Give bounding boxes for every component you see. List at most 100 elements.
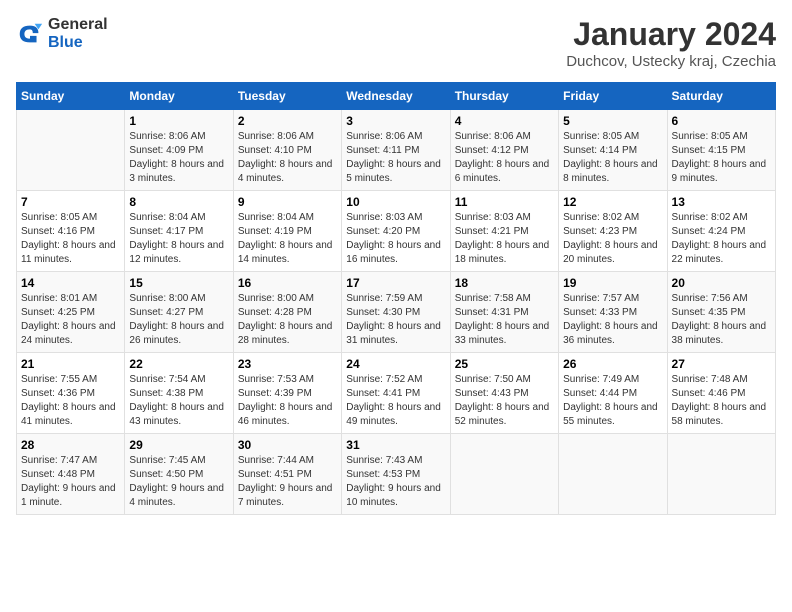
day-number: 28 [21, 438, 120, 452]
day-info: Sunrise: 8:05 AMSunset: 4:14 PMDaylight:… [563, 130, 662, 186]
calendar-cell: 3 Sunrise: 8:06 AMSunset: 4:11 PMDaylight… [342, 110, 450, 191]
day-info: Sunrise: 8:03 AMSunset: 4:21 PMDaylight:… [455, 211, 554, 267]
day-info: Sunrise: 8:06 AMSunset: 4:11 PMDaylight:… [346, 130, 445, 186]
day-number: 19 [563, 276, 662, 290]
day-info: Sunrise: 7:47 AMSunset: 4:48 PMDaylight:… [21, 454, 120, 510]
day-info: Sunrise: 8:00 AMSunset: 4:27 PMDaylight:… [129, 292, 228, 348]
calendar-cell: 13 Sunrise: 8:02 AMSunset: 4:24 PMDayligh… [667, 191, 775, 272]
logo-general: General [48, 16, 108, 34]
calendar-cell: 1Sunrise: 8:06 AMSunset: 4:09 PMDaylight… [125, 110, 233, 191]
logo-icon [16, 20, 44, 48]
day-number: 25 [455, 357, 554, 371]
day-info: Sunrise: 7:43 AMSunset: 4:53 PMDaylight:… [346, 454, 445, 510]
day-info: Sunrise: 7:45 AMSunset: 4:50 PMDaylight:… [129, 454, 228, 510]
day-number: 13 [672, 195, 771, 209]
calendar-cell: 26 Sunrise: 7:49 AMSunset: 4:44 PMDayligh… [559, 353, 667, 434]
calendar-cell: 14Sunrise: 8:01 AMSunset: 4:25 PMDayligh… [17, 272, 125, 353]
calendar-cell: 29 Sunrise: 7:45 AMSunset: 4:50 PMDayligh… [125, 434, 233, 515]
day-number: 27 [672, 357, 771, 371]
day-header-tuesday: Tuesday [233, 83, 341, 110]
day-info: Sunrise: 7:57 AMSunset: 4:33 PMDaylight:… [563, 292, 662, 348]
day-number: 23 [238, 357, 337, 371]
day-header-wednesday: Wednesday [342, 83, 450, 110]
day-number: 16 [238, 276, 337, 290]
calendar-cell [450, 434, 558, 515]
day-info: Sunrise: 8:04 AMSunset: 4:17 PMDaylight:… [129, 211, 228, 267]
day-info: Sunrise: 7:58 AMSunset: 4:31 PMDaylight:… [455, 292, 554, 348]
day-number: 3 [346, 114, 445, 128]
logo-blue: Blue [48, 34, 108, 52]
day-number: 21 [21, 357, 120, 371]
day-info: Sunrise: 7:55 AMSunset: 4:36 PMDaylight:… [21, 373, 120, 429]
calendar-cell: 4 Sunrise: 8:06 AMSunset: 4:12 PMDaylight… [450, 110, 558, 191]
day-number: 14 [21, 276, 120, 290]
day-number: 6 [672, 114, 771, 128]
day-info: Sunrise: 8:00 AMSunset: 4:28 PMDaylight:… [238, 292, 337, 348]
day-number: 11 [455, 195, 554, 209]
day-info: Sunrise: 8:02 AMSunset: 4:23 PMDaylight:… [563, 211, 662, 267]
day-info: Sunrise: 7:49 AMSunset: 4:44 PMDaylight:… [563, 373, 662, 429]
day-number: 4 [455, 114, 554, 128]
day-number: 24 [346, 357, 445, 371]
day-number: 20 [672, 276, 771, 290]
days-header-row: SundayMondayTuesdayWednesdayThursdayFrid… [17, 83, 776, 110]
day-info: Sunrise: 7:53 AMSunset: 4:39 PMDaylight:… [238, 373, 337, 429]
calendar-cell: 30Sunrise: 7:44 AMSunset: 4:51 PMDayligh… [233, 434, 341, 515]
calendar-cell: 20 Sunrise: 7:56 AMSunset: 4:35 PMDayligh… [667, 272, 775, 353]
calendar-cell [667, 434, 775, 515]
calendar-cell [17, 110, 125, 191]
week-row-4: 21 Sunrise: 7:55 AMSunset: 4:36 PMDayligh… [17, 353, 776, 434]
calendar-cell: 23 Sunrise: 7:53 AMSunset: 4:39 PMDayligh… [233, 353, 341, 434]
calendar-cell: 9 Sunrise: 8:04 AMSunset: 4:19 PMDaylight… [233, 191, 341, 272]
calendar-cell: 24 Sunrise: 7:52 AMSunset: 4:41 PMDayligh… [342, 353, 450, 434]
day-number: 30 [238, 438, 337, 452]
calendar-cell: 12 Sunrise: 8:02 AMSunset: 4:23 PMDayligh… [559, 191, 667, 272]
day-number: 29 [129, 438, 228, 452]
calendar-cell: 25Sunrise: 7:50 AMSunset: 4:43 PMDayligh… [450, 353, 558, 434]
calendar-cell: 17 Sunrise: 7:59 AMSunset: 4:30 PMDayligh… [342, 272, 450, 353]
day-header-friday: Friday [559, 83, 667, 110]
day-info: Sunrise: 8:03 AMSunset: 4:20 PMDaylight:… [346, 211, 445, 267]
logo-text: General Blue [48, 16, 108, 51]
title-block: January 2024 Duchcov, Ustecky kraj, Czec… [566, 16, 776, 70]
logo: General Blue [16, 16, 108, 51]
day-number: 10 [346, 195, 445, 209]
calendar-cell: 16 Sunrise: 8:00 AMSunset: 4:28 PMDayligh… [233, 272, 341, 353]
calendar-table: SundayMondayTuesdayWednesdayThursdayFrid… [16, 82, 776, 515]
day-info: Sunrise: 8:04 AMSunset: 4:19 PMDaylight:… [238, 211, 337, 267]
calendar-cell: 31 Sunrise: 7:43 AMSunset: 4:53 PMDayligh… [342, 434, 450, 515]
calendar-cell: 11 Sunrise: 8:03 AMSunset: 4:21 PMDayligh… [450, 191, 558, 272]
day-number: 17 [346, 276, 445, 290]
day-header-sunday: Sunday [17, 83, 125, 110]
day-info: Sunrise: 8:06 AMSunset: 4:10 PMDaylight:… [238, 130, 337, 186]
calendar-cell: 18 Sunrise: 7:58 AMSunset: 4:31 PMDayligh… [450, 272, 558, 353]
day-number: 26 [563, 357, 662, 371]
day-info: Sunrise: 7:59 AMSunset: 4:30 PMDaylight:… [346, 292, 445, 348]
day-number: 9 [238, 195, 337, 209]
calendar-cell: 22Sunrise: 7:54 AMSunset: 4:38 PMDayligh… [125, 353, 233, 434]
calendar-cell: 28 Sunrise: 7:47 AMSunset: 4:48 PMDayligh… [17, 434, 125, 515]
calendar-cell: 6Sunrise: 8:05 AMSunset: 4:15 PMDaylight… [667, 110, 775, 191]
day-number: 15 [129, 276, 228, 290]
day-info: Sunrise: 7:52 AMSunset: 4:41 PMDaylight:… [346, 373, 445, 429]
day-number: 22 [129, 357, 228, 371]
calendar-cell [559, 434, 667, 515]
day-number: 12 [563, 195, 662, 209]
day-number: 31 [346, 438, 445, 452]
calendar-cell: 7Sunrise: 8:05 AMSunset: 4:16 PMDaylight… [17, 191, 125, 272]
day-number: 8 [129, 195, 228, 209]
day-header-monday: Monday [125, 83, 233, 110]
calendar-cell: 5 Sunrise: 8:05 AMSunset: 4:14 PMDaylight… [559, 110, 667, 191]
calendar-cell: 2Sunrise: 8:06 AMSunset: 4:10 PMDaylight… [233, 110, 341, 191]
day-number: 5 [563, 114, 662, 128]
day-header-saturday: Saturday [667, 83, 775, 110]
day-number: 18 [455, 276, 554, 290]
day-info: Sunrise: 8:02 AMSunset: 4:24 PMDaylight:… [672, 211, 771, 267]
day-info: Sunrise: 7:56 AMSunset: 4:35 PMDaylight:… [672, 292, 771, 348]
month-title: January 2024 [566, 16, 776, 53]
calendar-cell: 8 Sunrise: 8:04 AMSunset: 4:17 PMDaylight… [125, 191, 233, 272]
calendar-cell: 21 Sunrise: 7:55 AMSunset: 4:36 PMDayligh… [17, 353, 125, 434]
location: Duchcov, Ustecky kraj, Czechia [566, 53, 776, 70]
week-row-5: 28 Sunrise: 7:47 AMSunset: 4:48 PMDayligh… [17, 434, 776, 515]
day-info: Sunrise: 8:06 AMSunset: 4:12 PMDaylight:… [455, 130, 554, 186]
